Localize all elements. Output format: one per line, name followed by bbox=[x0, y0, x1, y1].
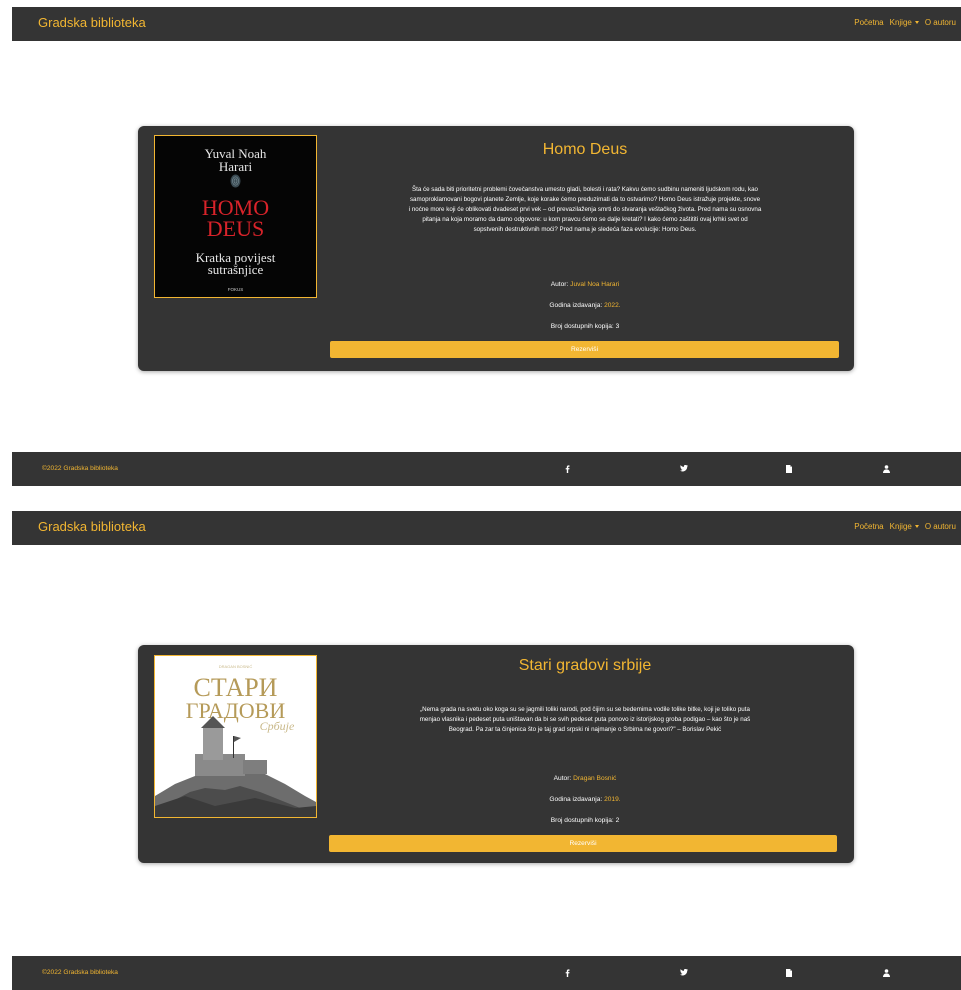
file-icon[interactable] bbox=[786, 465, 792, 473]
nav-links: Početna Knjige O autoru bbox=[854, 522, 956, 531]
brand-link[interactable]: Gradska biblioteka bbox=[38, 15, 146, 30]
fingerprint-icon bbox=[230, 174, 241, 188]
description-line: Beograd. Pa zar ta činjenica što je taj … bbox=[448, 726, 722, 733]
year-label: Godina izdavanja: bbox=[549, 302, 603, 309]
screen-homo-deus: Gradska biblioteka Početna Knjige O auto… bbox=[12, 7, 961, 487]
cover-title-line2: DEUS bbox=[207, 216, 264, 241]
description-line: samoproklamovani bogovi planete Zemlje, … bbox=[409, 196, 761, 203]
year-label: Godina izdavanja: bbox=[549, 796, 603, 803]
nav-books-label: Knjige bbox=[889, 18, 912, 27]
twitter-icon[interactable] bbox=[680, 465, 688, 472]
cover-art: DRAGAN BOSNIĆ СТАРИ ГРАДОВИ Србије bbox=[155, 664, 316, 817]
copies-value: 2 bbox=[615, 817, 620, 824]
nav-books-label: Knjige bbox=[889, 522, 912, 531]
nav-links: Početna Knjige O autoru bbox=[854, 18, 956, 27]
user-icon[interactable] bbox=[883, 969, 890, 977]
screen-stari-gradovi: Gradska biblioteka Početna Knjige O auto… bbox=[12, 511, 961, 990]
year-value: 2022. bbox=[604, 302, 621, 309]
footer: ©2022 Gradska biblioteka bbox=[12, 452, 961, 486]
reserve-button[interactable]: Rezerviši bbox=[329, 835, 837, 852]
nav-home[interactable]: Početna bbox=[854, 18, 883, 27]
book-copies: Broj dostupnih kopija: 3 bbox=[330, 323, 840, 330]
book-author: Autor: Juval Noa Harari bbox=[330, 281, 840, 288]
twitter-icon[interactable] bbox=[680, 969, 688, 976]
description-line: sopstvenih destruktivnih moći? Pred nama… bbox=[473, 226, 697, 233]
book-card: Yuval Noah Harari HOMO DEUS Kratka povij… bbox=[138, 126, 854, 371]
book-description: Šta će sada biti prioritetni problemi čo… bbox=[330, 185, 840, 235]
copies-label: Broj dostupnih kopija: bbox=[550, 323, 614, 330]
reserve-button[interactable]: Rezerviši bbox=[330, 341, 839, 358]
description-line: menjao vlasnika i pedeset puta uništavan… bbox=[419, 716, 751, 723]
footer: ©2022 Gradska biblioteka bbox=[12, 956, 961, 990]
book-cover-image: Yuval Noah Harari HOMO DEUS Kratka povij… bbox=[154, 135, 317, 298]
navbar: Gradska biblioteka Početna Knjige O auto… bbox=[12, 7, 961, 41]
cover-publisher: FOKUS bbox=[228, 287, 244, 292]
chevron-down-icon bbox=[914, 21, 919, 25]
book-year: Godina izdavanja: 2019. bbox=[330, 796, 840, 803]
description-line: i noćne more koji će oblikovati dvadeset… bbox=[408, 206, 762, 213]
nav-home[interactable]: Početna bbox=[854, 522, 883, 531]
author-link[interactable]: Dragan Bosnić bbox=[573, 775, 616, 782]
book-title: Homo Deus bbox=[542, 141, 628, 158]
nav-books-dropdown[interactable]: Knjige bbox=[890, 522, 919, 531]
copies-label: Broj dostupnih kopija: bbox=[550, 817, 614, 824]
footer-copyright: ©2022 Gradska biblioteka bbox=[42, 969, 118, 976]
copies-value: 3 bbox=[615, 323, 620, 330]
cover-art: Yuval Noah Harari HOMO DEUS Kratka povij… bbox=[196, 146, 276, 292]
user-icon[interactable] bbox=[883, 465, 890, 473]
book-title: Stari gradovi srbije bbox=[518, 657, 652, 674]
book-card: DRAGAN BOSNIĆ СТАРИ ГРАДОВИ Србије Stari… bbox=[138, 645, 854, 863]
facebook-icon[interactable] bbox=[565, 465, 570, 473]
nav-about[interactable]: O autoru bbox=[925, 18, 956, 27]
book-cover-image: DRAGAN BOSNIĆ СТАРИ ГРАДОВИ Србије bbox=[154, 655, 317, 818]
description-line: „Nema grada na svetu oko koga su se jagm… bbox=[420, 706, 750, 713]
year-value: 2019. bbox=[604, 796, 621, 803]
nav-about[interactable]: O autoru bbox=[925, 522, 956, 531]
chevron-down-icon bbox=[914, 525, 919, 529]
book-year: Godina izdavanja: 2022. bbox=[330, 302, 840, 309]
author-label: Autor: bbox=[553, 775, 572, 782]
book-copies: Broj dostupnih kopija: 2 bbox=[330, 817, 840, 824]
facebook-icon[interactable] bbox=[565, 969, 570, 977]
book-author: Autor: Dragan Bosnić bbox=[330, 775, 840, 782]
nav-books-dropdown[interactable]: Knjige bbox=[890, 18, 919, 27]
author-label: Autor: bbox=[550, 281, 569, 288]
author-link[interactable]: Juval Noa Harari bbox=[570, 281, 619, 288]
cover-author-small: DRAGAN BOSNIĆ bbox=[219, 664, 253, 669]
book-description: „Nema grada na svetu oko koga su se jagm… bbox=[330, 705, 840, 735]
navbar: Gradska biblioteka Početna Knjige O auto… bbox=[12, 511, 961, 545]
cover-author-line2: Harari bbox=[219, 159, 253, 174]
brand-link[interactable]: Gradska biblioteka bbox=[38, 519, 146, 534]
cover-subtitle-line2: sutrašnjice bbox=[208, 262, 264, 277]
description-line: pitanja na koja moramo da damo odgovore:… bbox=[422, 216, 748, 223]
footer-copyright: ©2022 Gradska biblioteka bbox=[42, 465, 118, 472]
cover-title-line3: Србије bbox=[260, 719, 295, 733]
file-icon[interactable] bbox=[786, 969, 792, 977]
description-line: Šta će sada biti prioritetni problemi čo… bbox=[412, 186, 758, 193]
